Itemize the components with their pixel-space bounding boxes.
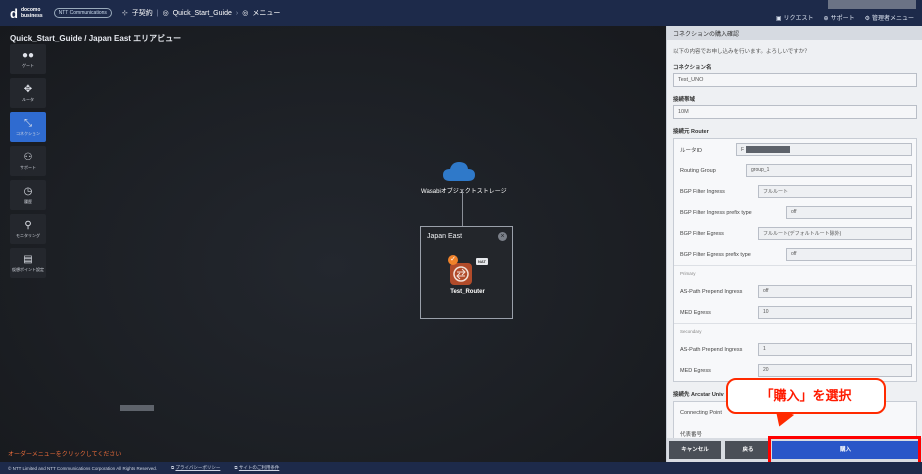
bgp-ingress-row: BGP Filter Ingress フルルート [674, 181, 916, 202]
connection-icon: ⤡ [24, 117, 32, 129]
area-box[interactable]: Japan East × ✓ NAT Test_Router [420, 226, 513, 319]
bgp-egress-prefix-field: off [786, 248, 912, 261]
footer: © NTT Limited and NTT Communications Cor… [0, 462, 922, 474]
external-link-icon: ⧉ [170, 465, 175, 470]
area-view-canvas[interactable] [0, 26, 666, 462]
cloud-label: Wasabiオブジェクトストレージ [421, 189, 507, 195]
request-icon: ▣ [775, 16, 782, 22]
bgp-ingress-prefix-row: BGP Filter Ingress prefix type off [674, 202, 916, 223]
gate-icon: ●● [21, 49, 35, 61]
redacted-block [120, 405, 154, 411]
admin-menu-link[interactable]: ⚙ 管理者メニュー [865, 13, 914, 22]
monitoring-icon: ⚲ [24, 219, 32, 231]
secondary-med-field: 20 [758, 364, 912, 377]
ntt-logo: NTT Communications [53, 8, 112, 18]
router-id-field: F [736, 143, 912, 156]
bandwidth-field: 10M [673, 105, 917, 119]
callout: 「購入」を選択 [726, 378, 886, 414]
contract-icon: ⊹ [121, 10, 128, 17]
nat-badge: NAT [476, 258, 488, 265]
router-details: ルータID F Routing Group group_1 BGP Filter… [673, 138, 917, 382]
router-label: Test_Router [450, 289, 485, 295]
primary-med-field: 10 [758, 306, 912, 319]
routing-group-field: group_1 [746, 164, 912, 177]
connection-line[interactable] [462, 190, 463, 227]
menu-icon: ◎ [242, 10, 249, 17]
conn-name-field: Test_UNO [673, 73, 917, 87]
bgp-egress-field: フルルート(デフォルトルート除外) [758, 227, 912, 240]
history-icon: ◷ [23, 185, 33, 197]
support-icon: ⚇ [23, 151, 33, 163]
redacted-block [746, 146, 791, 153]
router-icon: ✥ [23, 83, 33, 95]
chevron-right-icon: › [235, 9, 239, 17]
primary-as-path-field: off [758, 285, 912, 298]
terms-link[interactable]: ⧉ サイトのご利用条件 [234, 465, 279, 471]
router-node-icon[interactable] [450, 263, 472, 285]
secondary-as-path-field: 1 [758, 343, 912, 356]
virtual-point-icon: ▤ [23, 253, 33, 265]
router-section-label: 接続元 Router [673, 129, 709, 135]
breadcrumb: ⊹ 子契約 | ◎ Quick_Start_Guide › ◎ メニュー [121, 8, 281, 18]
bgp-ingress-field: フルルート [758, 185, 912, 198]
header-actions: ▣ リクエスト ⊕ サポート ⚙ 管理者メニュー [776, 13, 914, 22]
breadcrumb-project[interactable]: Quick_Start_Guide [173, 10, 232, 17]
check-icon: ✓ [448, 255, 458, 265]
sidebar-item-support[interactable]: ⚇ サポート [10, 146, 46, 176]
sidebar-item-history[interactable]: ◷ 履歴 [10, 180, 46, 210]
order-hint: オーダーメニューをクリックしてください [8, 452, 122, 458]
docomo-business-logo[interactable]: d docomo business NTT Communications [0, 7, 112, 20]
primary-med-row: MED Egress 10 [674, 302, 916, 323]
support-icon: ⊕ [823, 16, 829, 22]
sidebar-item-router[interactable]: ✥ ルータ [10, 78, 46, 108]
request-link[interactable]: ▣ リクエスト [776, 13, 814, 22]
router-id-row: ルータID F [674, 139, 916, 160]
bandwidth-label: 接続帯域 [673, 97, 696, 103]
top-bar: d docomo business NTT Communications ⊹ 子契… [0, 0, 922, 26]
gear-icon: ⚙ [864, 16, 870, 22]
order-sidebar: ●● ゲート ✥ ルータ ⤡ コネクション ⚇ サポート ◷ 履歴 ⚲ モニタリ… [10, 44, 46, 282]
primary-as-path-row: AS-Path Prepend Ingress off [674, 281, 916, 302]
bgp-egress-row: BGP Filter Egress フルルート(デフォルトルート除外) [674, 223, 916, 244]
account-area[interactable] [828, 0, 916, 9]
sidebar-item-virtual-point[interactable]: ▤ 仮想ポイント設定 [10, 248, 46, 278]
privacy-link[interactable]: ⧉ プライバシーポリシー [171, 465, 220, 471]
project-icon: ◎ [162, 10, 169, 17]
area-title: Japan East [427, 233, 463, 240]
panel-title: コネクションの購入確認 [667, 26, 922, 40]
external-link-icon: ⧉ [234, 465, 238, 470]
page-title: Quick_Start_Guide / Japan East エリアビュー [10, 34, 182, 43]
cloud-icon[interactable] [442, 160, 476, 182]
contract-link[interactable]: 子契約 [132, 8, 153, 18]
buy-highlight-frame [768, 436, 921, 465]
routing-group-row: Routing Group group_1 [674, 160, 916, 181]
primary-subhead: Primary [674, 265, 916, 281]
conn-name-label: コネクション名 [673, 65, 712, 71]
confirm-text: 以下の内容でお申し込みを行います。よろしいですか？ [673, 49, 810, 55]
breadcrumb-menu[interactable]: メニュー [252, 8, 280, 18]
secondary-as-path-row: AS-Path Prepend Ingress 1 [674, 339, 916, 360]
sidebar-item-gate[interactable]: ●● ゲート [10, 44, 46, 74]
sidebar-item-connection[interactable]: ⤡ コネクション [10, 112, 46, 142]
back-button[interactable]: 戻る [725, 441, 771, 459]
cancel-button[interactable]: キャンセル [669, 441, 721, 459]
bgp-egress-prefix-row: BGP Filter Egress prefix type off [674, 244, 916, 265]
close-icon[interactable]: × [498, 232, 507, 241]
bgp-ingress-prefix-field: off [786, 206, 912, 219]
secondary-subhead: Secondary [674, 323, 916, 339]
sidebar-item-monitoring[interactable]: ⚲ モニタリング [10, 214, 46, 244]
support-link[interactable]: ⊕ サポート [824, 13, 855, 22]
copyright: © NTT Limited and NTT Communications Cor… [8, 465, 157, 471]
